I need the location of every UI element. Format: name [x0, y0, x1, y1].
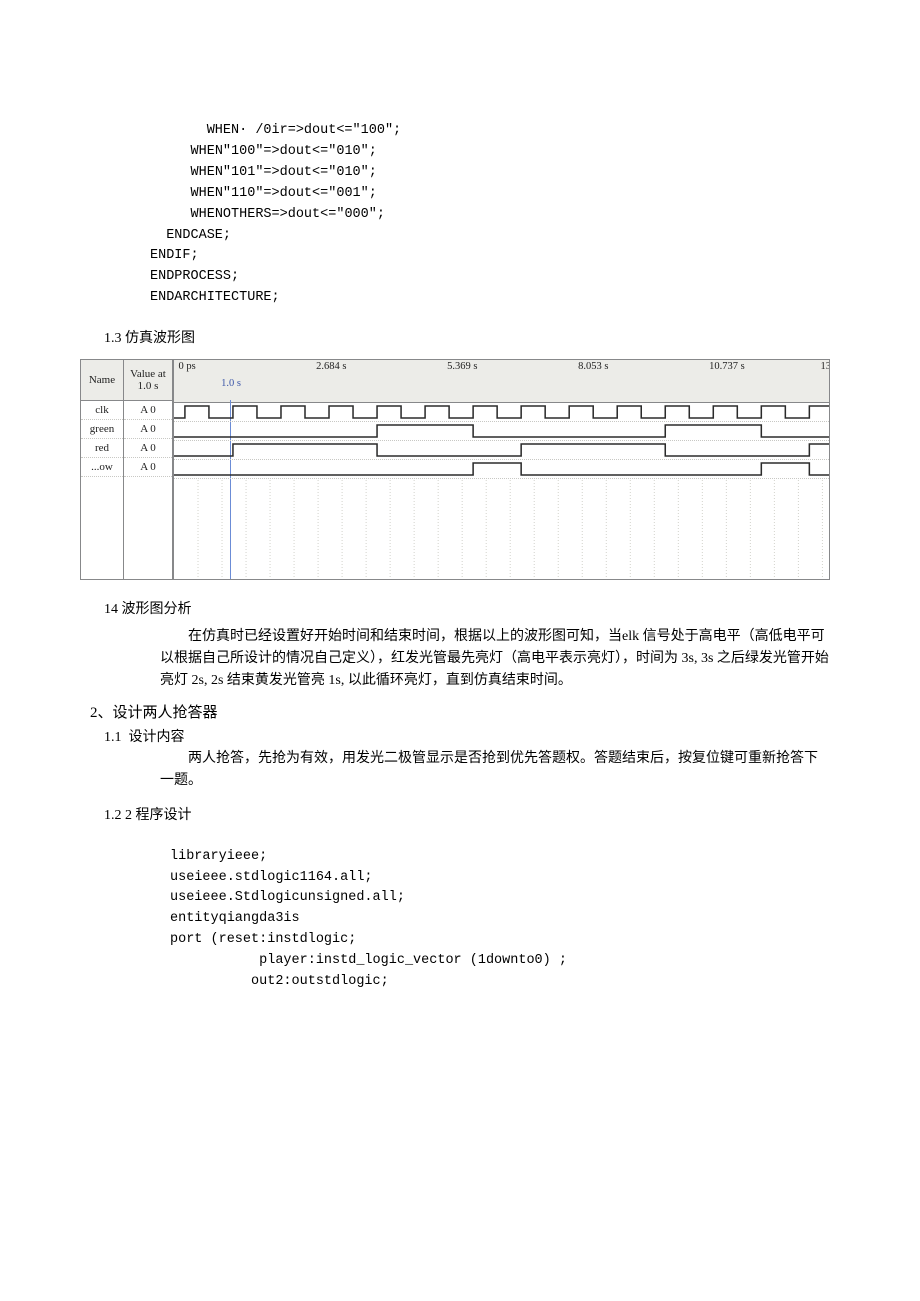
wave-yellow	[174, 460, 829, 479]
code-line: player:instd_logic_vector (1downto0) ;	[170, 953, 567, 968]
signal-value: A 0	[124, 401, 172, 420]
signal-name: clk	[81, 401, 123, 420]
wave-red	[174, 441, 829, 460]
code-line: ENDCASE;	[150, 228, 231, 243]
design-content-paragraph: 两人抢答，先抢为有效，用发光二极管显示是否抢到优先答题权。答题结束后，按复位键可…	[160, 748, 830, 791]
time-tick: 5.369 s	[447, 361, 477, 372]
code-line: WHENOTHERS=>dout<="000";	[150, 207, 385, 222]
waveform-figure: Name clk green red ...ow Value at 1.0 s …	[80, 359, 830, 580]
col-header-name: Name	[81, 360, 123, 401]
section-heading-1-1: 1.1 设计内容	[90, 726, 830, 746]
code-line: WHEN"101"=>dout<="010";	[150, 165, 377, 180]
code-line: ENDPROCESS;	[150, 269, 239, 284]
wave-green	[174, 422, 829, 441]
time-tick: 0 ps	[179, 361, 196, 372]
signal-value: A 0	[124, 420, 172, 439]
document-page: WHEN· /0ir=>dout<="100"; WHEN"100"=>dout…	[0, 0, 920, 1073]
section-heading-1-2: 1.2 2 程序设计	[90, 804, 830, 824]
code-line: WHEN"100"=>dout<="010";	[150, 144, 377, 159]
wave-clk	[174, 403, 829, 422]
time-axis: 0 ps 2.684 s 5.369 s 8.053 s 10.737 s 13…	[174, 361, 829, 375]
code-line: entityqiangda3is	[170, 911, 300, 926]
code-line: WHEN"110"=>dout<="001";	[150, 186, 377, 201]
code-line: useieee.stdlogic1164.all;	[170, 870, 373, 885]
code-block-2: libraryieee; useieee.stdlogic1164.all; u…	[170, 826, 830, 993]
signal-value: A 0	[124, 458, 172, 477]
cursor-label: 1.0 s	[221, 378, 241, 389]
signal-name: red	[81, 439, 123, 458]
waveform-signal-panel: Name clk green red ...ow Value at 1.0 s …	[81, 360, 173, 579]
code-block-1: WHEN· /0ir=>dout<="100"; WHEN"100"=>dout…	[150, 100, 830, 309]
code-line: out2:outstdlogic;	[170, 974, 389, 989]
signal-name: ...ow	[81, 458, 123, 477]
code-line: libraryieee;	[170, 849, 267, 864]
section-heading-2: 2、设计两人抢答器	[90, 701, 830, 722]
code-line: useieee.Stdlogicunsigned.all;	[170, 890, 405, 905]
col-header-value: Value at 1.0 s	[124, 360, 172, 401]
section-heading-1-4: 14 波形图分析	[90, 598, 830, 618]
time-tick: 2.684 s	[316, 361, 346, 372]
section-heading-1-3: 1.3 仿真波形图	[90, 327, 830, 347]
waveform-plot-area: 0 ps 2.684 s 5.369 s 8.053 s 10.737 s 13…	[173, 360, 829, 579]
code-line: WHEN· /0ir=>dout<="100";	[150, 123, 401, 138]
waveform-viewer: Name clk green red ...ow Value at 1.0 s …	[80, 359, 830, 580]
code-line: ENDIF;	[150, 248, 199, 263]
analysis-paragraph: 在仿真时已经设置好开始时间和结束时间，根据以上的波形图可知，当elk 信号处于高…	[160, 626, 830, 691]
time-tick: 10.737 s	[709, 361, 745, 372]
wave-empty-area	[174, 479, 829, 579]
code-line: port (reset:instdlogic;	[170, 932, 356, 947]
time-tick: 13.42	[820, 361, 829, 372]
signal-name: green	[81, 420, 123, 439]
code-line: ENDARCHITECTURE;	[150, 290, 280, 305]
signal-value: A 0	[124, 439, 172, 458]
time-tick: 8.053 s	[578, 361, 608, 372]
